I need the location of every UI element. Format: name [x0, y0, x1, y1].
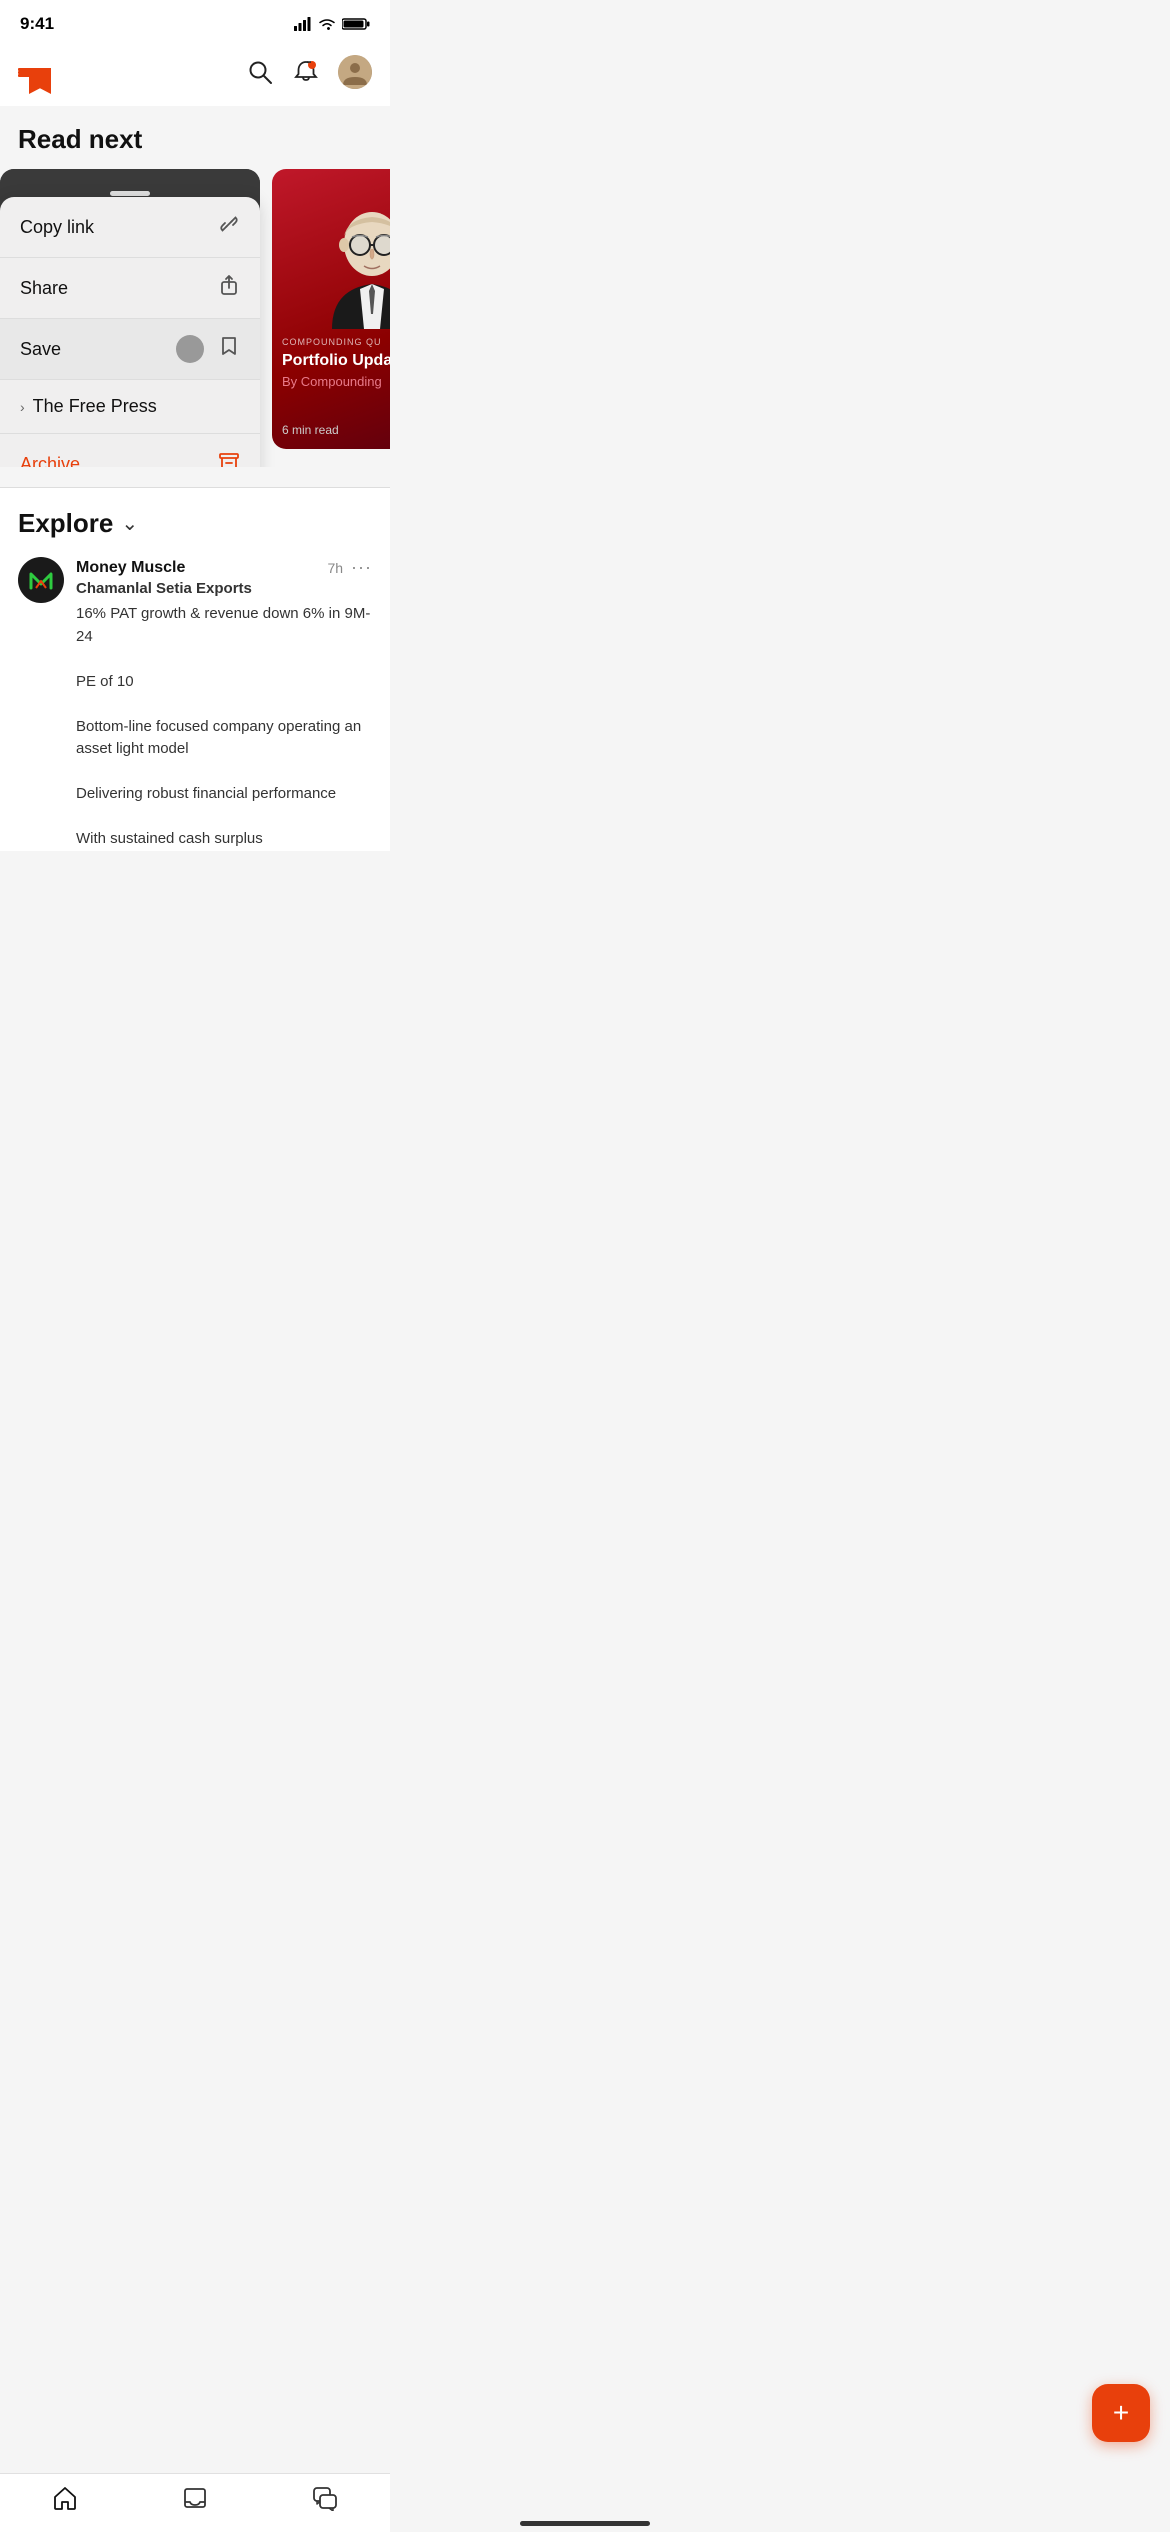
card-right-content: COMPOUNDING QU Portfolio Update By Compo… — [272, 329, 390, 397]
app-header — [0, 42, 390, 106]
share-icon — [218, 274, 240, 302]
search-button[interactable] — [246, 58, 274, 86]
bottom-nav — [0, 2473, 390, 2532]
card-right-author: By Compounding — [282, 374, 390, 389]
save-item[interactable]: Save — [0, 319, 260, 380]
battery-icon — [342, 17, 370, 31]
post-line-3: Bottom-line focused company operating an… — [76, 716, 372, 761]
post-line-5: With sustained cash surplus — [76, 828, 372, 851]
money-muscle-logo — [23, 562, 59, 598]
post-avatar — [18, 557, 64, 603]
save-controls — [176, 335, 240, 363]
card-right-read-time: 6 min read — [282, 423, 339, 437]
the-free-press-label: The Free Press — [33, 396, 157, 417]
post-time: 7h — [327, 560, 343, 576]
cards-inner: 8 min read — [0, 169, 390, 449]
save-toggle[interactable] — [176, 335, 204, 363]
post-body: 16% PAT growth & revenue down 6% in 9M-2… — [76, 603, 372, 851]
create-fab[interactable]: + — [1092, 2384, 1150, 2442]
create-plus-icon: + — [1113, 2399, 1129, 2427]
read-next-title: Read next — [0, 124, 390, 169]
bell-icon — [293, 59, 319, 85]
post-subtitle: Chamanlal Setia Exports — [76, 580, 372, 597]
wifi-icon — [318, 17, 336, 31]
nav-chat[interactable] — [311, 2484, 339, 2512]
post-meta: 7h ··· — [327, 557, 372, 578]
home-svg — [52, 2485, 78, 2511]
post-line-2: PE of 10 — [76, 671, 372, 694]
post-header-row: Money Muscle 7h ··· — [76, 557, 372, 578]
post-author: Money Muscle — [76, 559, 185, 577]
notifications-button[interactable] — [292, 58, 320, 86]
chat-svg — [312, 2485, 338, 2511]
right-card[interactable]: COMPOUNDING QU Portfolio Update By Compo… — [272, 169, 390, 449]
chat-icon — [311, 2484, 339, 2512]
copy-link-item[interactable]: Copy link — [0, 197, 260, 258]
share-label: Share — [20, 278, 68, 299]
bookmark-logo — [29, 68, 51, 94]
home-icon — [51, 2484, 79, 2512]
explore-chevron-icon[interactable]: ⌄ — [121, 511, 138, 536]
card-tag: COMPOUNDING QU — [282, 337, 390, 347]
person-illustration — [302, 169, 390, 329]
bookmark-svg — [218, 335, 240, 357]
card-right-title: Portfolio Update — [282, 351, 390, 370]
signal-icon — [294, 17, 312, 31]
archive-svg — [218, 450, 240, 467]
card-right-image — [272, 169, 390, 329]
archive-icon — [218, 450, 240, 467]
context-menu: Copy link Share — [0, 197, 260, 467]
nav-inbox[interactable] — [181, 2484, 209, 2512]
status-time: 9:41 — [20, 14, 54, 34]
post-line-4: Delivering robust financial performance — [76, 783, 372, 806]
save-bookmark-icon — [218, 335, 240, 363]
avatar[interactable] — [338, 55, 372, 89]
inbox-svg — [182, 2485, 208, 2511]
home-indicator — [520, 2521, 650, 2526]
chevron-right-icon: › — [20, 399, 25, 415]
search-icon — [247, 59, 273, 85]
post-more-button[interactable]: ··· — [351, 557, 372, 578]
avatar-image — [338, 55, 372, 89]
share-item[interactable]: Share — [0, 258, 260, 319]
nav-home[interactable] — [51, 2484, 79, 2512]
status-icons — [294, 17, 370, 31]
copy-link-label: Copy link — [20, 217, 94, 238]
explore-title: Explore — [18, 508, 113, 539]
app-logo[interactable] — [18, 50, 62, 94]
post-content: Money Muscle 7h ··· Chamanlal Setia Expo… — [76, 557, 372, 851]
post-item[interactable]: Money Muscle 7h ··· Chamanlal Setia Expo… — [18, 557, 372, 851]
share-svg — [218, 274, 240, 296]
link-icon — [218, 213, 240, 241]
archive-label: Archive — [20, 454, 80, 468]
explore-section: Explore ⌄ Money Muscle 7h ··· Chamanlal — [0, 488, 390, 851]
the-free-press-item[interactable]: › The Free Press — [0, 380, 260, 434]
read-next-section: Read next 8 min read — [0, 106, 390, 467]
left-card-wrapper: 8 min read — [0, 169, 260, 449]
card-handle — [110, 191, 150, 196]
explore-header: Explore ⌄ — [18, 508, 372, 539]
inbox-icon — [181, 2484, 209, 2512]
archive-item[interactable]: Archive — [0, 434, 260, 467]
link-svg — [218, 213, 240, 235]
save-label: Save — [20, 339, 61, 360]
post-line-1: 16% PAT growth & revenue down 6% in 9M-2… — [76, 603, 372, 648]
cards-scroll[interactable]: 8 min read — [0, 169, 390, 467]
header-actions — [246, 55, 372, 89]
status-bar: 9:41 — [0, 0, 390, 42]
